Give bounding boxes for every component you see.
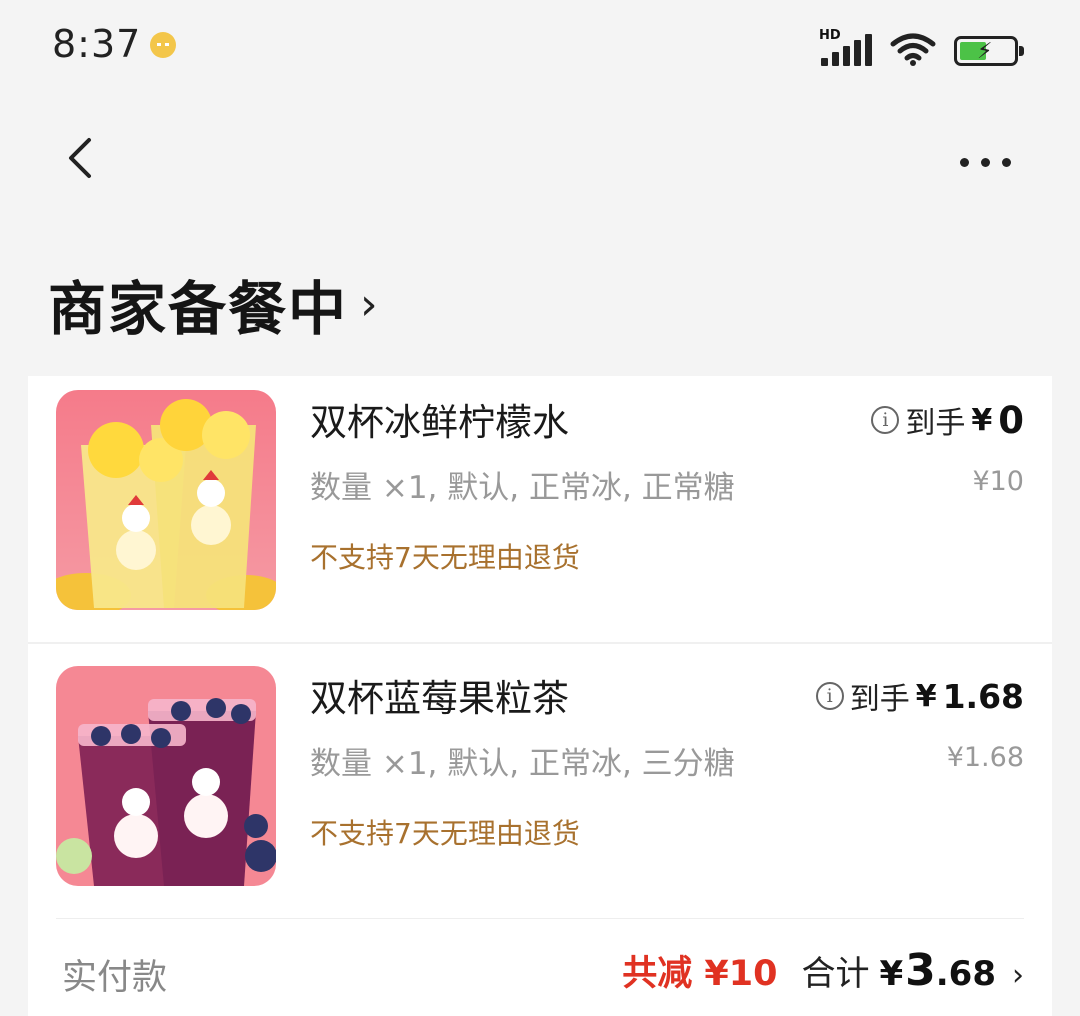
divider xyxy=(28,642,1052,644)
info-icon[interactable]: i xyxy=(815,682,844,710)
paid-amount-label: 实付款 xyxy=(62,958,168,998)
final-price: i 到手 ¥ 0 xyxy=(871,398,1024,442)
currency-symbol: ¥ xyxy=(915,678,937,714)
blueberry-drink-image xyxy=(56,666,276,886)
info-icon[interactable]: i xyxy=(871,406,900,434)
order-status-title[interactable]: 商家备餐中 › xyxy=(48,262,378,346)
final-price-label: 到手 xyxy=(849,682,910,717)
final-price-value: 1.68 xyxy=(942,676,1024,716)
lemon-drink-image xyxy=(56,390,276,610)
order-item: 双杯冰鲜柠檬水 数量 ×1, 默认, 正常冰, 正常糖 不支持7天无理由退货 i… xyxy=(28,376,1052,646)
network-label: HD xyxy=(819,28,841,43)
order-status-text: 商家备餐中 xyxy=(48,275,349,343)
nav-bar xyxy=(0,110,1080,210)
total-breakdown[interactable]: 共减 ¥10 合计 ¥ 3 .68 › xyxy=(622,945,1024,996)
payment-summary: 实付款 共减 ¥10 合计 ¥ 3 .68 › xyxy=(28,921,1052,1016)
signal-icon: HD xyxy=(819,28,872,66)
product-name[interactable]: 双杯冰鲜柠檬水 xyxy=(310,392,569,446)
original-price: ¥1.68 xyxy=(946,742,1024,773)
status-bar: 8:37 HD ⚡ xyxy=(0,0,1080,95)
return-policy-note: 不支持7天无理由退货 xyxy=(310,541,580,574)
currency-symbol: ¥ xyxy=(879,954,904,994)
back-button[interactable] xyxy=(55,128,115,188)
product-thumbnail-blueberry[interactable] xyxy=(56,666,276,886)
currency-symbol: ¥ xyxy=(971,402,993,438)
total-discount: 共减 ¥10 xyxy=(622,954,778,994)
notification-icon xyxy=(150,32,176,58)
original-price: ¥10 xyxy=(972,466,1024,497)
wifi-icon xyxy=(890,33,936,66)
chevron-right-icon: › xyxy=(1012,958,1024,993)
product-thumbnail-lemon[interactable] xyxy=(56,390,276,610)
more-button[interactable] xyxy=(950,142,1020,182)
chevron-left-icon xyxy=(69,138,91,178)
final-price-label: 到手 xyxy=(905,406,966,441)
product-spec: 数量 ×1, 默认, 正常冰, 正常糖 xyxy=(310,470,735,506)
final-price-value: 0 xyxy=(998,398,1024,442)
total-decimal: .68 xyxy=(935,954,996,994)
order-item: 双杯蓝莓果粒茶 数量 ×1, 默认, 正常冰, 三分糖 不支持7天无理由退货 i… xyxy=(28,652,1052,922)
product-name[interactable]: 双杯蓝莓果粒茶 xyxy=(310,668,569,722)
system-icons: HD ⚡ xyxy=(819,26,1024,66)
total-label: 合计 xyxy=(801,954,870,994)
more-dot xyxy=(1001,157,1011,167)
return-policy-note: 不支持7天无理由退货 xyxy=(310,817,580,850)
total-integer: 3 xyxy=(905,945,936,996)
final-price: i 到手 ¥ 1.68 xyxy=(815,674,1024,718)
order-items-card: 双杯冰鲜柠檬水 数量 ×1, 默认, 正常冰, 正常糖 不支持7天无理由退货 i… xyxy=(28,376,1052,1016)
more-horizontal-icon xyxy=(959,157,969,167)
product-spec: 数量 ×1, 默认, 正常冰, 三分糖 xyxy=(310,746,735,782)
more-dot xyxy=(980,157,990,167)
divider xyxy=(56,918,1024,919)
battery-charging-icon: ⚡ xyxy=(954,36,1024,66)
status-time: 8:37 xyxy=(52,22,142,66)
chevron-right-icon: › xyxy=(360,278,378,330)
